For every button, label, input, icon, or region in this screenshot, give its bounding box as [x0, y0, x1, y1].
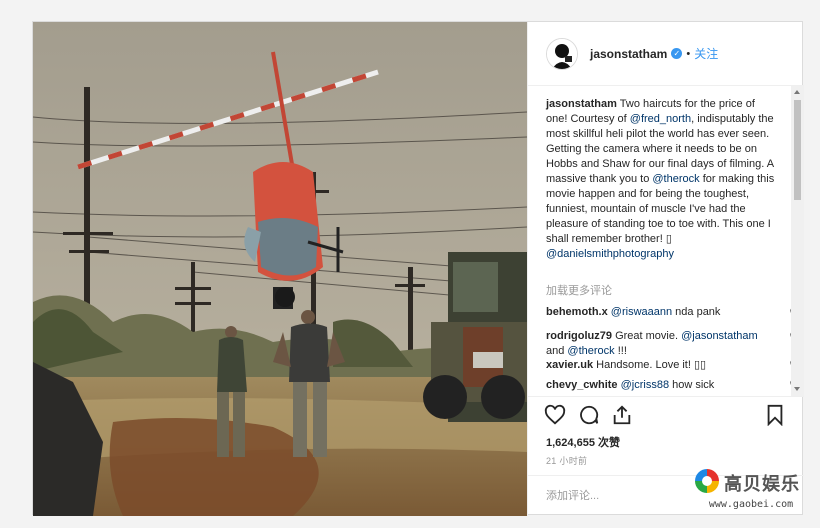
- post-header: jasonstatham ✓ • 关注: [528, 22, 804, 86]
- comment-mention[interactable]: @therock: [567, 345, 614, 357]
- comment-row: xavier.uk Handsome. Love it! ▯▯: [546, 358, 776, 373]
- avatar-image: [547, 38, 577, 69]
- likes-count[interactable]: 1,624,655 次赞: [546, 434, 620, 450]
- verified-badge-icon: ✓: [671, 48, 683, 59]
- load-more-comments[interactable]: 加载更多评论: [546, 282, 612, 298]
- caption-mention-1[interactable]: @fred_north: [630, 113, 691, 125]
- comment-text: nda pank: [672, 306, 721, 318]
- comment-mention[interactable]: @riswaaann: [611, 306, 672, 318]
- watermark-logo-icon: [695, 469, 719, 493]
- helicopter-scene-image: [33, 22, 527, 516]
- comment-icon[interactable]: [578, 404, 600, 426]
- scrollbar-thumb[interactable]: [794, 100, 801, 200]
- comment-text: how sick: [669, 379, 715, 391]
- avatar[interactable]: [546, 37, 578, 70]
- comment-mention[interactable]: @jcriss88: [621, 379, 669, 391]
- comment-text: Great movie.: [612, 330, 682, 342]
- share-icon[interactable]: [611, 404, 633, 426]
- scroll-up-arrow-icon[interactable]: [794, 90, 800, 94]
- comment-text: !!!: [614, 345, 627, 357]
- comment-row: chevy_cwhite @jcriss88 how sick: [546, 378, 776, 393]
- comment-row: behemoth.x @riswaaann nda pank: [546, 305, 776, 320]
- watermark: 高贝娱乐 www.gaobei.com: [692, 466, 810, 514]
- comments-scrollbar[interactable]: [791, 86, 804, 396]
- comment-row: rodrigoluz79 Great movie. @jasonstatham …: [546, 329, 776, 359]
- watermark-url: www.gaobei.com: [708, 499, 794, 510]
- bookmark-icon[interactable]: [764, 404, 786, 426]
- header-separator: •: [686, 47, 691, 60]
- comments-list[interactable]: jasonstatham Two haircuts for the price …: [528, 86, 804, 396]
- comment-username[interactable]: xavier.uk: [546, 359, 593, 371]
- scroll-down-arrow-icon[interactable]: [794, 387, 800, 391]
- comment-mention[interactable]: @jasonstatham: [681, 330, 758, 342]
- caption-mention-3[interactable]: @danielsmithphotography: [546, 248, 674, 260]
- caption-username[interactable]: jasonstatham: [546, 98, 617, 110]
- watermark-name: 高贝娱乐: [724, 474, 800, 495]
- comment-username[interactable]: chevy_cwhite: [546, 379, 618, 391]
- caption-mention-2[interactable]: @therock: [652, 173, 699, 185]
- follow-button[interactable]: 关注: [694, 45, 718, 62]
- comment-username[interactable]: rodrigoluz79: [546, 330, 612, 342]
- post-card: jasonstatham ✓ • 关注 jasonstatham Two hai…: [32, 21, 804, 516]
- comment-text: and: [546, 345, 568, 357]
- post-actions: [528, 396, 804, 426]
- heart-icon[interactable]: [544, 404, 566, 426]
- comment-text: Handsome. Love it! ▯▯: [593, 359, 707, 371]
- post-time: 21 小时前: [546, 456, 588, 466]
- header-username[interactable]: jasonstatham: [590, 47, 667, 61]
- post-caption: jasonstatham Two haircuts for the price …: [546, 97, 776, 262]
- comment-username[interactable]: behemoth.x: [546, 306, 608, 318]
- post-side-panel: jasonstatham ✓ • 关注 jasonstatham Two hai…: [527, 22, 804, 516]
- post-photo[interactable]: [33, 22, 527, 516]
